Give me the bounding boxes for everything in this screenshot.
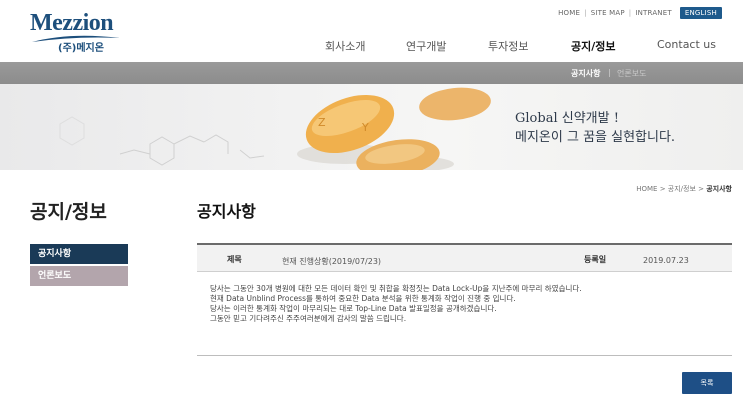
subnav-press[interactable]: 언론보도 <box>617 68 646 79</box>
nav-notice-info[interactable]: 공지/정보 <box>571 38 616 54</box>
page-title: 공지사항 <box>197 202 256 221</box>
banner-slogan: Global 신약개발 ! 메지온이 그 꿈을 실현합니다. <box>515 110 675 147</box>
sidebar-item-press[interactable]: 언론보도 <box>30 266 128 286</box>
breadcrumb-separator: > <box>659 185 668 193</box>
util-divider: | <box>628 9 632 17</box>
post-body-line: 현재 Data Unblind Process를 통하여 중요한 Data 분석… <box>210 294 516 303</box>
nav-contact[interactable]: Contact us <box>657 38 716 51</box>
section-title: 공지/정보 <box>30 201 107 223</box>
post-subject: 현재 진행상황(2019/07/23) <box>282 257 382 266</box>
sub-nav-bar: 공지사항 언론보도 <box>0 62 743 84</box>
breadcrumb-parent[interactable]: 공지/정보 <box>668 185 696 193</box>
breadcrumb-home[interactable]: HOME <box>636 185 657 193</box>
post-view: 제목 현재 진행상황(2019/07/23) 등록일 2019.07.23 당사… <box>197 243 732 356</box>
post-header: 제목 현재 진행상황(2019/07/23) 등록일 2019.07.23 <box>197 243 732 272</box>
hero-banner: Z Y Global 신약개발 ! 메지온이 그 꿈을 실현합니다. <box>0 84 743 170</box>
util-divider: | <box>584 9 587 17</box>
post-body-line: 당사는 그동안 30개 병원에 대한 모든 데이터 확인 및 취합을 확정짓는 … <box>210 284 582 293</box>
post-body-line: 그동안 믿고 기다려주신 주주여러분에게 감사의 말씀 드립니다. <box>210 314 407 323</box>
subnav-notice[interactable]: 공지사항 <box>571 68 600 79</box>
breadcrumb: HOME > 공지/정보 > 공지사항 <box>636 184 732 194</box>
nav-investor[interactable]: 투자정보 <box>488 38 528 54</box>
post-date: 2019.07.23 <box>643 256 689 265</box>
util-intranet-link[interactable]: INTRANET <box>635 9 671 17</box>
banner-line-1: Global 신약개발 ! <box>515 111 619 126</box>
util-sitemap-link[interactable]: SITE MAP <box>591 9 625 17</box>
post-body: 당사는 그동안 30개 병원에 대한 모든 데이터 확인 및 취합을 확정짓는 … <box>197 272 732 356</box>
subject-label: 제목 <box>227 255 242 264</box>
nav-research[interactable]: 연구개발 <box>406 38 446 54</box>
english-button[interactable]: ENGLISH <box>679 7 722 19</box>
svg-text:Y: Y <box>361 121 369 134</box>
post-body-line: 당사는 이러한 통계화 작업이 마무리되는 대로 Top-Line Data 발… <box>210 304 497 313</box>
site-header: Mezzion (주)메지온 HOME | SITE MAP | INTRANE… <box>0 0 743 62</box>
util-home-link[interactable]: HOME <box>558 9 580 17</box>
subnav-divider <box>609 69 610 77</box>
list-button[interactable]: 목록 <box>682 372 732 394</box>
banner-line-2: 메지온이 그 꿈을 실현합니다. <box>515 130 676 145</box>
sidebar-nav: 공지사항 언론보도 <box>30 244 128 286</box>
utility-nav: HOME | SITE MAP | INTRANET ENGLISH <box>558 7 722 19</box>
svg-text:Z: Z <box>318 116 326 129</box>
date-label: 등록일 <box>584 255 607 264</box>
nav-company[interactable]: 회사소개 <box>325 38 365 54</box>
logo-wordmark: Mezzion <box>30 10 114 36</box>
main-nav: 회사소개 연구개발 투자정보 공지/정보 Contact us <box>0 38 743 54</box>
breadcrumb-current: 공지사항 <box>706 185 732 193</box>
sidebar-item-notice[interactable]: 공지사항 <box>30 244 128 264</box>
